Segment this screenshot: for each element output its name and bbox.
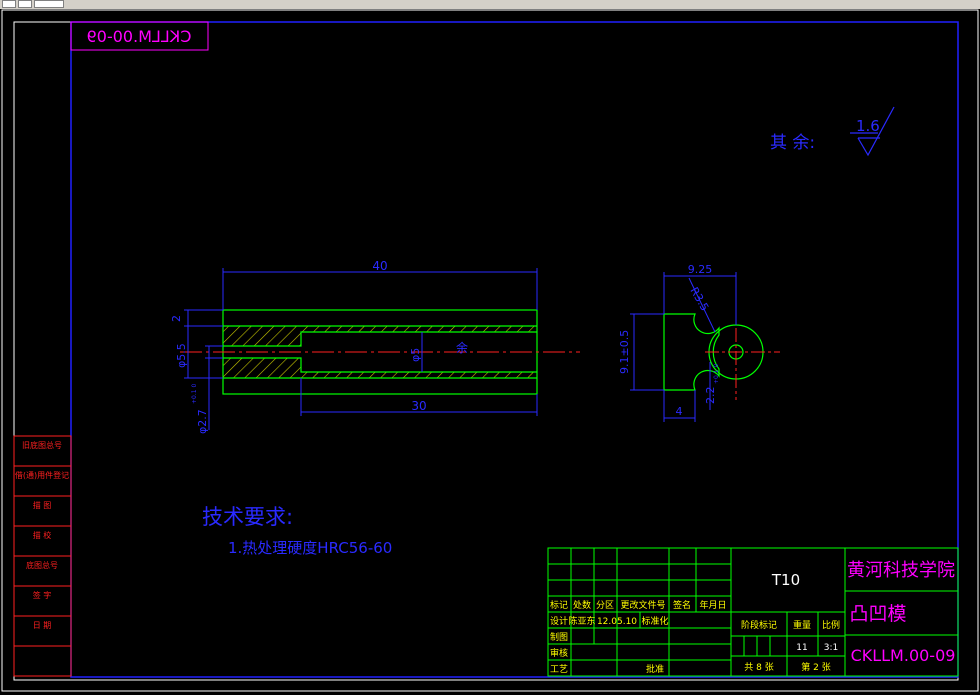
dim-40: 40 [372,259,387,273]
front-view: 40 30 2 φ5.5 φ5 φ2.7 +0.1 0 余 [170,259,580,434]
side-row-2: 描 图 [33,500,52,510]
tb-h-count: 处数 [573,599,591,611]
outer-frame [1,9,979,692]
middle-frame [13,21,959,681]
side-view: 9.25 R3.5 9.1±0.5 4 2.2 +0.1 0 [618,263,780,422]
dim-phi5: φ5 [409,348,422,362]
drawing-frame [70,21,959,678]
tech-title: 技术要求: [202,505,293,529]
dim-phi27: φ2.7 [196,409,209,434]
tb-designer: 陈亚东 [568,615,595,627]
dim-30: 30 [411,399,426,413]
tb-h-doc: 更改文件号 [620,599,665,611]
tb-part-name: 凸凹模 [849,603,906,625]
dim-91: 9.1±0.5 [618,330,631,374]
side-row-6: 日 期 [33,621,52,630]
tb-material: T10 [771,571,800,589]
tb-weight-label: 重量 [793,619,811,631]
tb-weight-val: 11 [796,643,807,653]
tb-draw-label: 制图 [550,631,568,643]
tb-h-date: 年月日 [699,599,726,611]
dim-note: 余 [456,340,468,355]
tb-scale-val: 3:1 [824,643,838,653]
dim-925: 9.25 [688,263,713,276]
dim-r35: R3.5 [687,285,711,313]
tol-22: +0.1 0 [713,364,720,384]
tb-school: 黄河科技学院 [847,560,955,581]
tb-design-label: 设计 [550,615,568,627]
side-row-3: 描 校 [33,530,52,540]
tb-scale-label: 比例 [822,619,840,631]
dim-22: 2.2 [704,387,717,405]
tb-approve-label: 批准 [646,663,664,675]
roughness-prefix: 其 余: [770,133,815,153]
dim-2: 2 [170,315,183,322]
mirrored-code-text: CKLLM.00-09 [87,27,192,46]
tb-process-label: 工艺 [550,664,568,675]
tb-h-mark: 标记 [550,599,568,611]
tb-check-label: 审核 [550,647,568,659]
tb-h-sign: 签名 [673,599,691,611]
tb-sheet-no: 第 2 张 [801,661,830,673]
tol-phi27: +0.1 0 [191,384,198,404]
tb-sheets-total: 共 8 张 [744,662,773,673]
tb-design-date: 12.05.10 [597,617,637,627]
dim-4: 4 [676,405,683,418]
tb-code: CKLLM.00-09 [851,646,956,665]
side-row-4: 底图总号 [26,560,58,570]
dim-phi55: φ5.5 [175,343,188,368]
tech-line-1: 1.热处理硬度HRC56-60 [228,539,392,557]
side-table-top: 旧底图总号 [22,440,62,450]
tb-stage-label: 阶段标记 [741,619,777,631]
side-row-5: 签 字 [33,590,52,600]
side-row-1: 借(通)用件登记 [15,470,69,480]
roughness-value: 1.6 [856,117,880,135]
tb-std-label: 标准化 [641,615,668,627]
cad-drawing: CKLLM.00-09 旧底图总号 借(通)用件登记 描 图 描 校 底图总号 … [1,9,979,692]
tb-h-zone: 分区 [596,600,614,611]
